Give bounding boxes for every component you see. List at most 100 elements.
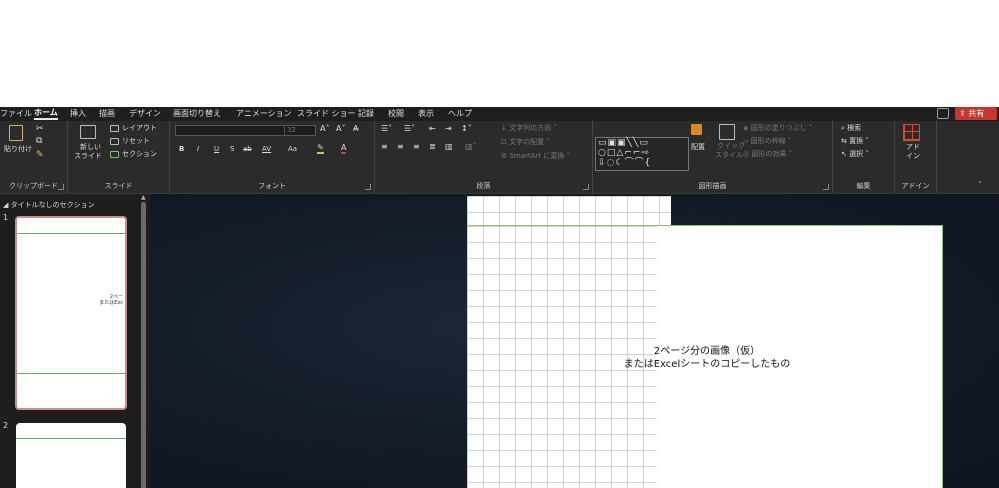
tab-view[interactable]: 表示 [418,108,434,120]
shape-outline-button[interactable]: ▱ 図形の枠線 ˅ [743,137,791,146]
tab-slideshow[interactable]: スライド ショー [297,108,356,120]
new-slide-label-1[interactable]: 新しい [80,143,101,152]
smartart-label: SmartArt に変換 [509,152,565,160]
bullets-icon[interactable]: ☰˅ [381,124,392,133]
tab-transitions[interactable]: 画面切り替え [173,108,221,120]
text-direction-button[interactable]: ↓ 文字列の方向 ˅ [501,124,557,133]
tab-file[interactable]: ファイル [0,108,32,120]
align-left-icon[interactable]: ≡ [381,142,388,151]
copy-icon[interactable]: ⧉ [36,137,42,146]
quick-styles-label-1[interactable]: クイック [717,142,745,151]
tab-animations[interactable]: アニメーション [236,108,292,120]
thumbnail-2-guide [16,438,126,439]
slide-gridlines-top [467,196,671,226]
replace-button[interactable]: ⇆ 置換 ˅ [841,137,869,146]
tab-review[interactable]: 校閲 [388,108,404,120]
slide-text-box[interactable]: 2ページ分の画像（仮） またはExcelシートのコピーしたもの [587,345,827,371]
arrange-button[interactable]: 配置 [691,143,705,152]
ribbon-tab-bar: ファイル ホーム 挿入 描画 デザイン 画面切り替え アニメーション スライド … [0,107,999,121]
addins-label-2[interactable]: イン [906,152,920,161]
bold-button[interactable]: B [179,145,184,154]
justify-icon[interactable]: ≣ [429,142,436,151]
underline-button[interactable]: U [214,145,219,154]
font-launcher-icon[interactable] [365,184,371,190]
clipboard-group-label: クリップボード [9,182,58,190]
tab-home[interactable]: ホーム [34,108,58,120]
slide-caption-line-2: またはExcelシートのコピーしたもの [623,359,791,370]
change-case-button[interactable]: Aa [288,145,297,154]
select-button[interactable]: ↖ 選択 ˅ [841,150,869,159]
drawing-launcher-icon[interactable] [823,184,829,190]
line-spacing-icon[interactable]: ↕˅ [461,124,472,133]
powerpoint-window: ファイル ホーム 挿入 描画 デザイン 画面切り替え アニメーション スライド … [0,107,999,488]
numbering-icon[interactable]: ☰˅ [404,124,415,133]
layout-icon [110,125,119,132]
cut-icon[interactable]: ✂ [36,125,44,134]
smartart-button[interactable]: ⚙ SmartArt に変換 ˅ [501,152,570,161]
ribbon: 貼り付け ✂ ⧉ ✎ クリップボード 新しい スライド レイアウト リセット セ… [0,121,999,194]
addins-label-1[interactable]: アド [906,143,920,152]
scrollbar-thumb[interactable] [141,202,146,488]
shadow-button[interactable]: S [230,145,234,154]
tab-draw[interactable]: 描画 [99,108,115,120]
section-header[interactable]: ◢ タイトルなしのセクション [3,200,95,210]
font-color-icon[interactable]: A [341,143,347,154]
strikethrough-button[interactable]: ab [243,145,252,154]
shape-outline-label: 図形の枠線 [750,137,786,145]
tab-insert[interactable]: 挿入 [70,108,86,120]
decrease-font-icon[interactable]: A˅ [336,124,345,133]
section-button[interactable]: セクション [122,150,157,159]
paste-icon[interactable] [9,125,23,141]
slide-canvas[interactable]: 2ページ分の画像（仮） またはExcelシートのコピーしたもの [467,225,943,488]
tab-design[interactable]: デザイン [129,108,161,120]
distributed-icon[interactable]: ▥ [445,142,453,151]
reset-button[interactable]: リセット [122,137,150,146]
format-painter-icon[interactable]: ✎ [36,151,44,160]
group-editing: ⌕ 検索 ⇆ 置換 ˅ ↖ 選択 ˅ 編集 [833,121,895,193]
layout-button[interactable]: レイアウト [122,124,157,133]
clipboard-launcher-icon[interactable] [58,184,64,190]
shape-effects-button[interactable]: ◎ 図形の効果 ˅ [743,150,792,159]
highlight-icon[interactable]: ✎ [317,143,324,154]
align-text-button[interactable]: ⊡ 文字の配置 ˅ [501,138,550,147]
quick-styles-icon [719,124,735,140]
group-font: 32 A˄ A˅ A̶ B I U S ab AV Aa ✎ A フォント [170,121,375,193]
paragraph-launcher-icon[interactable] [583,184,589,190]
comments-button[interactable] [937,108,949,119]
tab-help[interactable]: ヘルプ [448,108,472,120]
collapse-ribbon-icon[interactable]: ˄ [978,181,982,190]
workspace: ◢ タイトルなしのセクション 1 2ペー またはExc 2 ▲ 2ページ分の画像… [0,194,999,488]
char-spacing-button[interactable]: AV [262,145,271,154]
slides-group-label: スライド [104,182,133,190]
thumbnail-scrollbar[interactable]: ▲ [140,194,148,488]
slide-editing-canvas: 2ページ分の画像（仮） またはExcelシートのコピーしたもの [150,194,999,488]
shape-effects-label: 図形の効果 [751,150,787,158]
font-size-input[interactable]: 32 [284,125,316,136]
new-slide-label-2[interactable]: スライド [74,152,102,161]
tab-record[interactable]: 記録 [358,108,374,120]
share-icon: ⇪ [959,109,966,118]
section-title: タイトルなしのセクション [10,201,95,209]
new-slide-icon[interactable] [80,125,96,139]
slide-thumbnail-1[interactable]: 2ペー またはExc [15,216,127,410]
slide-thumbnail-pane: ◢ タイトルなしのセクション 1 2ペー またはExc 2 ▲ [0,194,150,488]
slide-thumbnail-2[interactable] [16,423,126,488]
thumbnail-text: 2ペー またはExc [99,294,123,306]
increase-font-icon[interactable]: A˄ [320,124,329,133]
select-label: 選択 [849,150,864,158]
find-button[interactable]: ⌕ 検索 [841,124,861,133]
paste-button[interactable]: 貼り付け [4,145,32,154]
scroll-up-icon[interactable]: ▲ [141,194,146,201]
increase-indent-icon[interactable]: ⇥ [445,124,452,133]
align-center-icon[interactable]: ≡ [397,142,404,151]
decrease-indent-icon[interactable]: ⇤ [429,124,436,133]
share-button[interactable]: ⇪ 共有 [955,107,997,120]
align-right-icon[interactable]: ≡ [413,142,420,151]
clear-format-icon[interactable]: A̶ [353,124,358,133]
font-name-input[interactable] [175,125,285,136]
italic-button[interactable]: I [197,145,199,154]
columns-icon[interactable]: ▥˅ [465,142,477,151]
shape-fill-button[interactable]: ◈ 図形の塗りつぶし ˅ [743,124,812,133]
shapes-gallery[interactable]: ▭▣▣╲╲▭ ○□△⌐⌐⇨ ⇩◌☾⌒⌒{ [595,137,689,171]
quick-styles-label-2[interactable]: スタイル [715,151,743,160]
